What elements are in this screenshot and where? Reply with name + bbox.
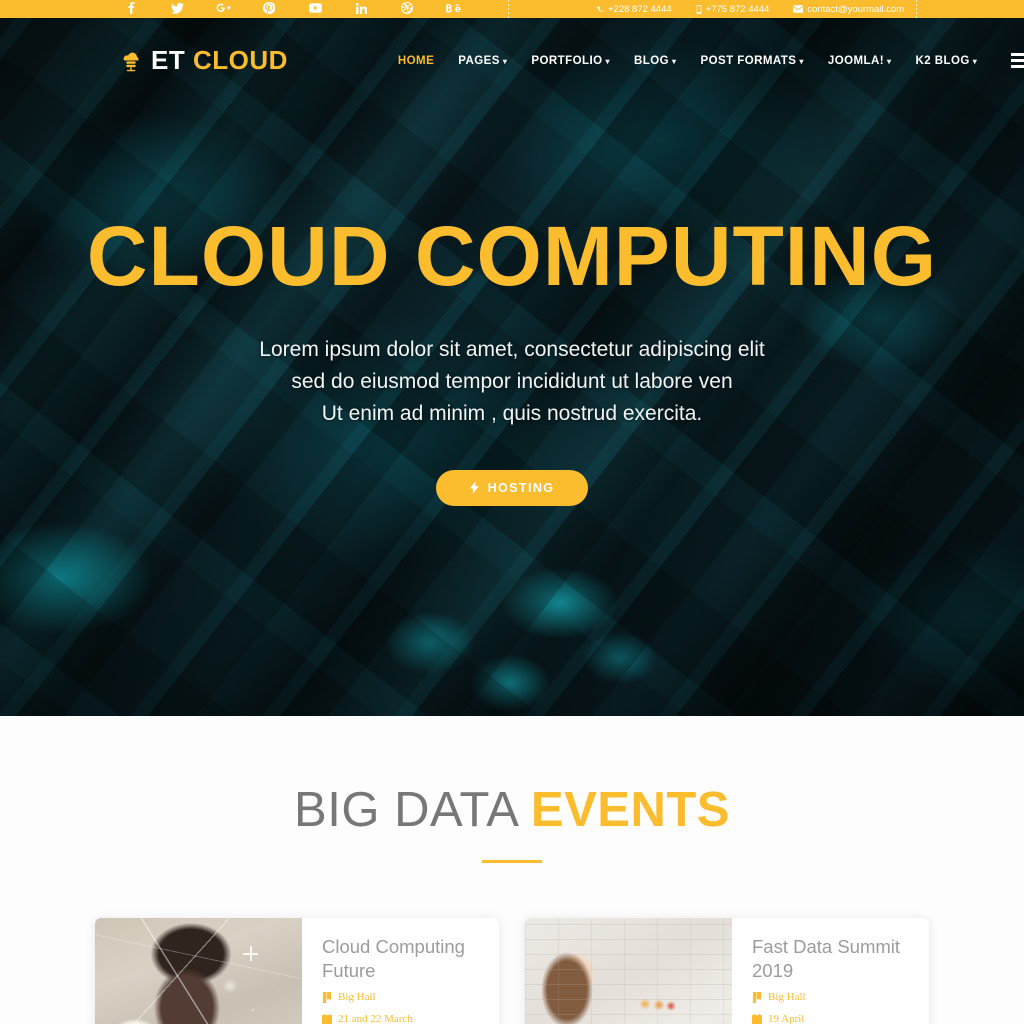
nav-item-pages[interactable]: PAGES ▾: [446, 49, 519, 73]
nav-item-post-formats[interactable]: POST FORMATS ▾: [688, 49, 815, 73]
nav-item-portfolio[interactable]: PORTFOLIO ▾: [519, 49, 622, 73]
pinterest-icon[interactable]: [246, 0, 292, 18]
hamburger-bar: [1011, 59, 1024, 62]
event-card-venue: Big Hall: [322, 991, 483, 1003]
event-card-venue-text: Big Hall: [768, 991, 806, 1004]
hero-subtitle-line-3: Ut enim ad minim , quis nostrud exercita…: [321, 401, 703, 425]
events-section: BIG DATA EVENTS Cloud Computing Future B…: [0, 716, 1024, 1024]
image-grain-overlay: [525, 918, 732, 1024]
event-card-image: [95, 918, 302, 1024]
nav-item-blog[interactable]: BLOG ▾: [622, 49, 689, 73]
venue-flag-icon: [752, 991, 762, 1003]
event-card-date-text: 21 and 22 March: [338, 1013, 413, 1024]
hero-subtitle-line-2: sed do eiusmod tempor incididunt ut labo…: [291, 369, 733, 393]
chevron-down-icon: ▾: [972, 57, 978, 66]
hamburger-menu-icon[interactable]: [1007, 49, 1024, 72]
event-card-title[interactable]: Cloud Computing Future: [322, 935, 483, 982]
nav-label-post-formats: POST FORMATS: [700, 54, 797, 67]
event-card-venue: Big Hall: [752, 991, 913, 1003]
nav-item-joomla[interactable]: JOOMLA! ▾: [816, 49, 904, 73]
dribbble-icon[interactable]: [384, 0, 430, 18]
phone-secondary-text: +775 872 4444: [705, 3, 770, 15]
phone-icon: [597, 6, 604, 12]
event-card-date: 19 April: [752, 1013, 913, 1024]
event-card-date: 21 and 22 March: [322, 1013, 483, 1024]
event-card-title[interactable]: Fast Data Summit 2019: [752, 935, 913, 982]
hero-subtitle: Lorem ipsum dolor sit amet, consectetur …: [0, 334, 1024, 430]
hero-subtitle-line-1: Lorem ipsum dolor sit amet, consectetur …: [259, 338, 765, 361]
google-plus-icon[interactable]: [200, 0, 246, 18]
chevron-down-icon: ▾: [672, 57, 677, 66]
chevron-down-icon: ▾: [799, 57, 804, 66]
hamburger-bar: [1011, 65, 1024, 68]
image-grain-overlay: [95, 918, 302, 1024]
nav-label-pages: PAGES: [458, 54, 500, 67]
nav-item-k2-blog[interactable]: K2 BLOG ▾: [904, 49, 990, 73]
section-title-underline: [482, 860, 542, 863]
chevron-down-icon: ▾: [887, 57, 892, 66]
linkedin-icon[interactable]: [338, 0, 384, 18]
venue-flag-icon: [322, 991, 332, 1003]
section-title-accent: EVENTS: [530, 783, 730, 837]
hero-banner: ET CLOUD HOME PAGES ▾ PORTFOLIO ▾ BLOG ▾…: [0, 18, 1024, 716]
nav-label-portfolio: PORTFOLIO: [531, 54, 603, 67]
nav-label-home: HOME: [397, 54, 435, 67]
facebook-icon[interactable]: [108, 0, 154, 18]
nav-label-joomla: JOOMLA!: [827, 54, 885, 67]
email-text: contact@yourmail.com: [807, 3, 905, 15]
site-header: ET CLOUD HOME PAGES ▾ PORTFOLIO ▾ BLOG ▾…: [0, 18, 1024, 103]
main-navigation: HOME PAGES ▾ PORTFOLIO ▾ BLOG ▾ POST FOR…: [386, 49, 1024, 73]
hero-title: CLOUD COMPUTING: [86, 209, 938, 303]
calendar-icon: [752, 1013, 762, 1024]
phone-primary[interactable]: +228 872 4444: [596, 4, 672, 15]
social-links: [108, 0, 476, 18]
phone-secondary[interactable]: +775 872 4444: [696, 3, 770, 15]
section-title: BIG DATA EVENTS: [0, 782, 1024, 838]
hosting-button[interactable]: HOSTING: [435, 469, 589, 506]
nav-label-blog: BLOG: [633, 54, 669, 67]
event-card-date-text: 19 April: [768, 1013, 805, 1024]
cloud-server-icon: [123, 52, 139, 71]
hamburger-bar: [1011, 53, 1024, 56]
contact-info: +228 872 4444 +775 872 4444 contact@your…: [596, 0, 928, 18]
event-card-image: [525, 918, 732, 1024]
logo-text: ET CLOUD: [151, 45, 288, 76]
nav-item-home[interactable]: HOME: [386, 49, 446, 73]
topbar-divider-right: [916, 0, 917, 18]
top-bar: +228 872 4444 +775 872 4444 contact@your…: [0, 0, 1024, 18]
phone-primary-text: +228 872 4444: [608, 3, 672, 15]
email-link[interactable]: contact@yourmail.com: [793, 4, 904, 15]
section-title-plain: BIG DATA: [294, 783, 531, 837]
logo-primary: ET: [151, 45, 186, 75]
event-card-body: Cloud Computing Future Big Hall 21 and 2…: [302, 918, 499, 1024]
event-card-venue-text: Big Hall: [338, 991, 376, 1004]
twitter-icon[interactable]: [154, 0, 200, 18]
hosting-button-label: HOSTING: [487, 480, 555, 495]
youtube-icon[interactable]: [292, 0, 338, 18]
site-logo[interactable]: ET CLOUD: [118, 45, 288, 76]
event-card[interactable]: Cloud Computing Future Big Hall 21 and 2…: [95, 918, 499, 1024]
topbar-divider-left: [508, 0, 509, 18]
mobile-icon: [696, 4, 701, 14]
calendar-icon: [322, 1013, 332, 1024]
events-card-list: Cloud Computing Future Big Hall 21 and 2…: [0, 918, 1024, 1024]
behance-icon[interactable]: [430, 0, 476, 18]
event-card-body: Fast Data Summit 2019 Big Hall 19 April …: [732, 918, 929, 1024]
nav-label-k2-blog: K2 BLOG: [915, 54, 970, 67]
bolt-icon: [469, 481, 479, 495]
chevron-down-icon: ▾: [605, 57, 610, 66]
event-card[interactable]: Fast Data Summit 2019 Big Hall 19 April …: [525, 918, 929, 1024]
envelope-icon: [793, 5, 804, 13]
logo-accent: CLOUD: [192, 45, 288, 75]
hero-cta-wrapper: HOSTING: [0, 469, 1024, 506]
chevron-down-icon: ▾: [502, 57, 508, 66]
